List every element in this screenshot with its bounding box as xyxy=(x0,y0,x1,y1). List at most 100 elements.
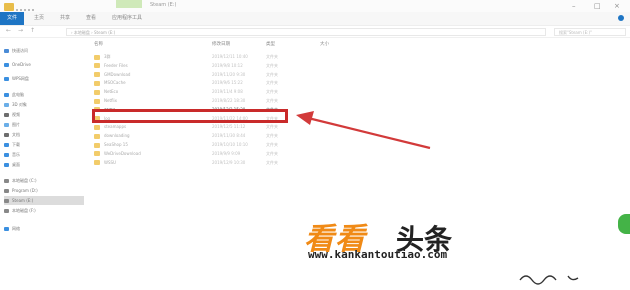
address-bar[interactable]: › 本地磁盘 › Steam (E:) xyxy=(66,28,546,36)
file-type: 文件夹 xyxy=(266,71,278,77)
sidebar-item[interactable]: 本地磁盘 (C:) xyxy=(4,176,84,185)
folder-icon xyxy=(94,63,100,69)
folder-icon xyxy=(94,160,100,166)
sidebar-item-label: OneDrive xyxy=(12,62,31,67)
table-row[interactable]: Netflix 2019/8/22 18:30 文件夹 xyxy=(94,97,294,105)
folder-icon xyxy=(94,80,100,86)
sidebar-item-label: WPS网盘 xyxy=(12,76,29,81)
file-date: 2019/8/22 18:30 xyxy=(212,98,246,103)
file-name: SeaShop 15 xyxy=(104,142,128,147)
file-type: 文件夹 xyxy=(266,150,278,156)
sidebar-item-label: Program (D:) xyxy=(12,188,38,193)
column-size-header[interactable]: 大小 xyxy=(320,41,329,47)
tab-home[interactable]: 主页 xyxy=(34,12,44,25)
folder-icon xyxy=(94,142,100,148)
sidebar-item[interactable]: 桌面 xyxy=(4,160,84,169)
file-tab[interactable]: 文件 xyxy=(0,12,24,25)
file-type: 文件夹 xyxy=(266,142,278,147)
table-row[interactable]: MSOCache 2019/9/6 15:22 文件夹 xyxy=(94,79,294,87)
folder-icon xyxy=(94,54,100,60)
file-type: 文件夹 xyxy=(266,133,278,139)
file-name: Netflix xyxy=(104,98,118,103)
file-name: steamapps xyxy=(104,124,127,130)
table-row[interactable]: WSSU 2019/12/9 10:30 文件夹 xyxy=(94,159,294,167)
folder-icon xyxy=(94,72,100,78)
file-type: 文件夹 xyxy=(266,54,278,59)
sidebar-item-label: 音乐 xyxy=(12,152,20,157)
sidebar-item[interactable]: 此电脑 xyxy=(4,90,84,99)
file-name: 3群 xyxy=(104,54,111,59)
sidebar-item-icon xyxy=(4,227,9,231)
column-type-header[interactable]: 类型 xyxy=(266,41,275,47)
sidebar-item[interactable]: 音乐 xyxy=(4,150,84,159)
column-name-header[interactable]: 名称 xyxy=(94,41,103,47)
sidebar-item[interactable]: 下载 xyxy=(4,140,84,149)
table-row[interactable]: downloading 2019/11/30 8:44 文件夹 xyxy=(94,132,294,140)
sidebar-item-icon xyxy=(4,77,9,81)
sidebar-item-label: 视频 xyxy=(12,112,20,117)
forward-button[interactable]: → xyxy=(18,27,23,34)
sidebar-item-icon xyxy=(4,93,9,97)
window-title: Steam (E:) xyxy=(150,2,177,8)
sidebar-item-label: 此电脑 xyxy=(12,92,24,97)
manage-tab[interactable] xyxy=(116,0,142,8)
table-row[interactable]: steamapps 2019/12/5 11:12 文件夹 xyxy=(94,123,294,131)
folder-icon xyxy=(94,151,100,157)
table-row[interactable]: WeDriveDownload 2019/9/9 9:09 文件夹 xyxy=(94,150,294,158)
tab-app-tools[interactable]: 应用程序工具 xyxy=(112,12,142,25)
table-row[interactable]: 3群 2019/12/11 10:40 文件夹 xyxy=(94,53,294,61)
column-date-header[interactable]: 修改日期 xyxy=(212,41,230,47)
sidebar-item[interactable]: Steam (E:) xyxy=(4,196,84,205)
file-date: 2019/9/6 15:22 xyxy=(212,80,243,86)
file-name: GMDownload xyxy=(104,71,131,77)
sidebar-item[interactable]: OneDrive xyxy=(4,60,84,69)
sidebar-item[interactable]: 网络 xyxy=(4,224,84,233)
minimize-button[interactable]: – xyxy=(572,2,576,10)
file-date: 2019/11/30 8:44 xyxy=(212,133,246,139)
search-input[interactable]: 搜索"Steam (E:)" xyxy=(554,28,626,36)
sidebar-item[interactable]: Program (D:) xyxy=(4,186,84,195)
sidebar-item[interactable]: 3D 对象 xyxy=(4,100,84,109)
tab-share[interactable]: 共享 xyxy=(60,12,70,25)
sidebar-item-label: 桌面 xyxy=(12,162,20,167)
file-date: 2019/11/20 9:30 xyxy=(212,71,246,77)
sidebar-item[interactable]: 图片 xyxy=(4,120,84,129)
quick-access-toolbar[interactable] xyxy=(16,4,34,11)
folder-icon xyxy=(94,98,100,104)
back-button[interactable]: ← xyxy=(6,27,11,34)
sidebar-item[interactable]: WPS网盘 xyxy=(4,74,84,83)
sidebar-item-icon xyxy=(4,209,9,213)
sidebar-item[interactable]: 文档 xyxy=(4,130,84,139)
table-row[interactable]: NetEco 2019/11/4 9:08 文件夹 xyxy=(94,88,294,96)
sidebar-item-icon xyxy=(4,103,9,107)
scribble-mark xyxy=(519,275,579,285)
sidebar-item-icon xyxy=(4,163,9,167)
up-button[interactable]: ↑ xyxy=(30,27,35,34)
file-name: NetEco xyxy=(104,89,119,95)
file-name: MSOCache xyxy=(104,80,126,86)
table-row[interactable]: Feeder Files 2019/9/8 10:12 文件夹 xyxy=(94,62,294,70)
file-type: 文件夹 xyxy=(266,80,278,86)
sidebar-item-label: 图片 xyxy=(12,122,20,127)
highlight-box xyxy=(92,109,288,123)
sidebar-item[interactable]: 视频 xyxy=(4,110,84,119)
floating-widget-icon[interactable] xyxy=(618,214,630,234)
file-date: 2019/12/5 11:12 xyxy=(212,124,246,130)
navigation-pane: 快速访问 OneDrive WPS网盘此电脑 3D 对象视频图片文档下载音乐桌面本地磁… xyxy=(0,38,86,248)
tab-view[interactable]: 查看 xyxy=(86,12,96,25)
file-date: 2019/9/8 10:12 xyxy=(212,62,243,68)
file-date: 2019/12/11 10:40 xyxy=(212,54,248,59)
table-row[interactable]: GMDownload 2019/11/20 9:30 文件夹 xyxy=(94,71,294,79)
sidebar-item-label: 下载 xyxy=(12,142,20,147)
sidebar-item-label: 网络 xyxy=(12,226,20,231)
sidebar-item[interactable]: 本地磁盘 (F:) xyxy=(4,206,84,215)
sidebar-item[interactable]: 快速访问 xyxy=(4,46,84,55)
help-icon[interactable] xyxy=(618,15,624,21)
maximize-button[interactable]: □ xyxy=(594,2,601,10)
sidebar-item-icon xyxy=(4,189,9,193)
file-date: 2019/9/9 9:09 xyxy=(212,150,241,156)
sidebar-item-icon xyxy=(4,143,9,147)
table-row[interactable]: SeaShop 15 2019/10/10 10:10 文件夹 xyxy=(94,141,294,149)
file-date: 2019/10/10 10:10 xyxy=(212,142,248,147)
close-button[interactable]: × xyxy=(614,2,620,10)
